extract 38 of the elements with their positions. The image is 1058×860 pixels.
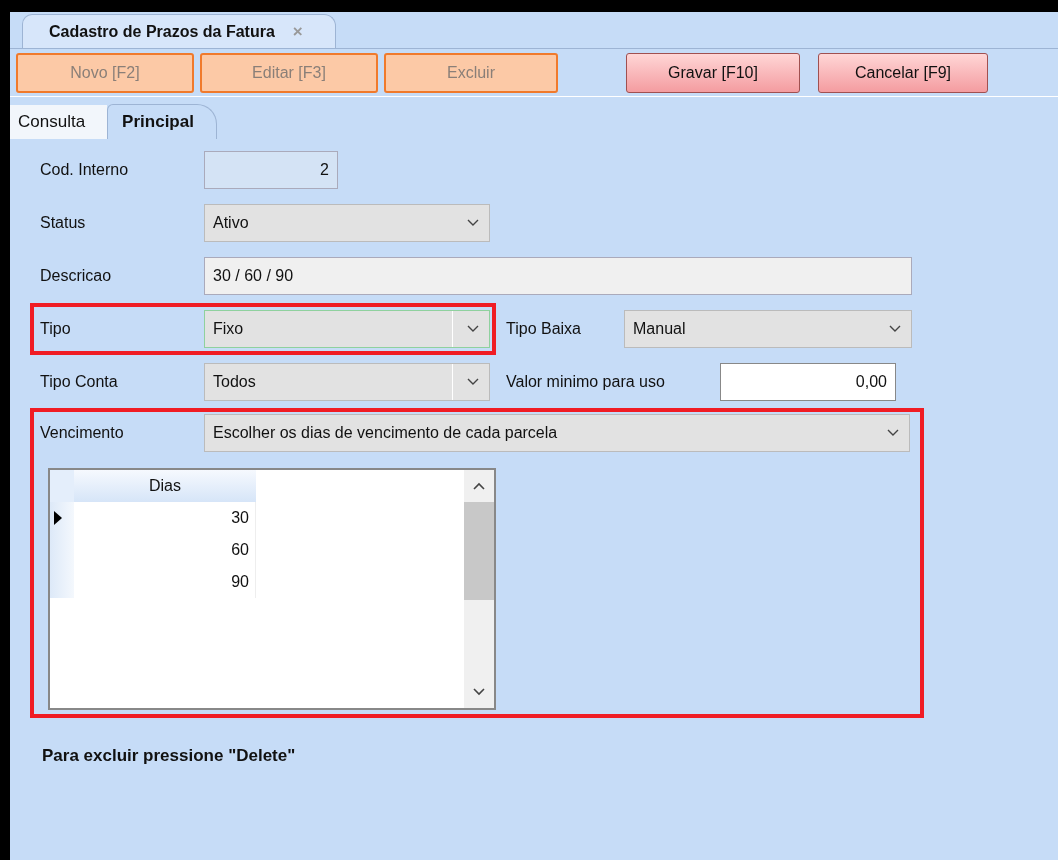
minimum-value-field[interactable]: 0,00 (720, 363, 896, 401)
field-label: Cod. Interno (40, 161, 130, 179)
scrollbar[interactable] (464, 470, 494, 708)
field-label: Descricao (40, 267, 113, 285)
field-label: Tipo Conta (40, 373, 119, 391)
tab[interactable]: Consulta (10, 105, 108, 139)
status-dropdown[interactable]: Ativo (204, 204, 490, 242)
due-date-dropdown[interactable]: Escolher os dias de vencimento de cada parcela (204, 414, 910, 452)
scroll-down-icon[interactable] (473, 688, 485, 696)
table-cell: 30 (74, 502, 256, 534)
table-cell: 90 (74, 566, 256, 598)
grid-corner (50, 470, 74, 502)
column-header[interactable]: Dias (74, 470, 256, 502)
chevron-down-icon[interactable] (467, 219, 479, 227)
toolbar-button[interactable]: Gravar [F10] (626, 53, 800, 93)
chevron-down-icon[interactable] (467, 325, 479, 333)
tab[interactable]: Principal (107, 104, 217, 139)
document-tab-title: Cadastro de Prazos da Fatura (49, 22, 275, 41)
chevron-down-icon[interactable] (467, 378, 479, 386)
field-label: Tipo Baixa (506, 320, 582, 338)
chevron-down-icon[interactable] (889, 325, 901, 333)
current-row-icon (54, 511, 62, 525)
field-label: Tipo (40, 320, 72, 338)
field-label: Vencimento (40, 424, 125, 442)
document-tab[interactable]: Cadastro de Prazos da Fatura × (22, 14, 336, 48)
type-dropdown[interactable]: Fixo (204, 310, 490, 348)
hint-text: Para excluir pressione "Delete" (42, 746, 297, 766)
account-type-dropdown[interactable]: Todos (204, 363, 490, 401)
toolbar-button[interactable]: Cancelar [F9] (818, 53, 988, 93)
code-field[interactable]: 2 (204, 151, 338, 189)
settlement-type-dropdown[interactable]: Manual (624, 310, 912, 348)
description-field[interactable]: 30 / 60 / 90 (204, 257, 912, 295)
row-indicator[interactable] (50, 502, 74, 534)
chevron-down-icon[interactable] (887, 429, 899, 437)
field-label: Valor minimo para uso (506, 373, 666, 391)
table-cell: 60 (74, 534, 256, 566)
field-label: Status (40, 214, 87, 232)
scroll-up-icon[interactable] (473, 482, 485, 490)
